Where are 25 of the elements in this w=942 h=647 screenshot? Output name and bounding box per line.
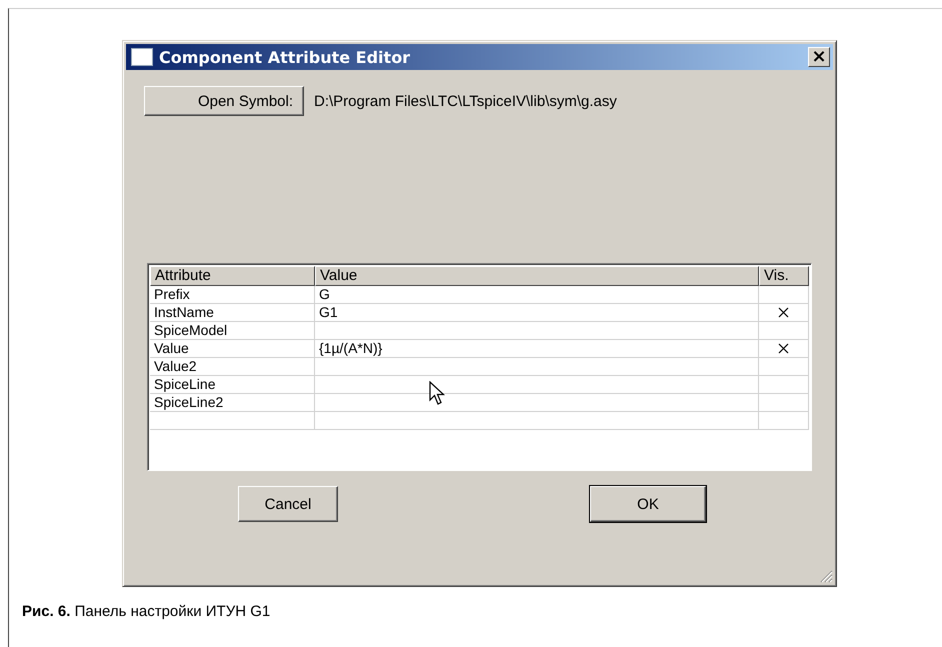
column-header[interactable]: Value bbox=[315, 266, 759, 286]
attribute-cell: Value bbox=[150, 340, 315, 357]
close-button[interactable]: × bbox=[808, 47, 830, 67]
figure-caption: Рис. 6. Панель настройки ИТУН G1 bbox=[22, 603, 272, 620]
attribute-cell: SpiceLine2 bbox=[150, 394, 315, 411]
attribute-cell: Value2 bbox=[150, 358, 315, 375]
cancel-button[interactable]: Cancel bbox=[238, 486, 338, 522]
attribute-cell: SpiceLine bbox=[150, 376, 315, 393]
value-cell: {1µ/(A*N)} bbox=[315, 340, 759, 357]
cross-icon[interactable] bbox=[778, 343, 789, 354]
value-cell: G bbox=[315, 286, 759, 303]
attribute-cell: Prefix bbox=[150, 286, 315, 303]
column-header[interactable]: Attribute bbox=[150, 266, 315, 286]
column-header[interactable]: Vis. bbox=[759, 266, 809, 286]
mouse-cursor-icon bbox=[429, 381, 445, 406]
cross-icon[interactable] bbox=[778, 307, 789, 318]
attribute-cell: SpiceModel bbox=[150, 322, 315, 339]
open-symbol-button[interactable]: Open Symbol: bbox=[144, 86, 304, 116]
file-path: D:\Program Files\LTC\LTspiceIV\lib\sym\g.asy bbox=[314, 92, 617, 110]
ok-button[interactable]: OK bbox=[590, 486, 706, 522]
window-icon bbox=[131, 48, 153, 66]
resize-grip-icon[interactable] bbox=[819, 569, 833, 583]
value-cell: G1 bbox=[315, 304, 759, 321]
window-title: Component Attribute Editor bbox=[159, 48, 412, 66]
attribute-cell: InstName bbox=[150, 304, 315, 321]
